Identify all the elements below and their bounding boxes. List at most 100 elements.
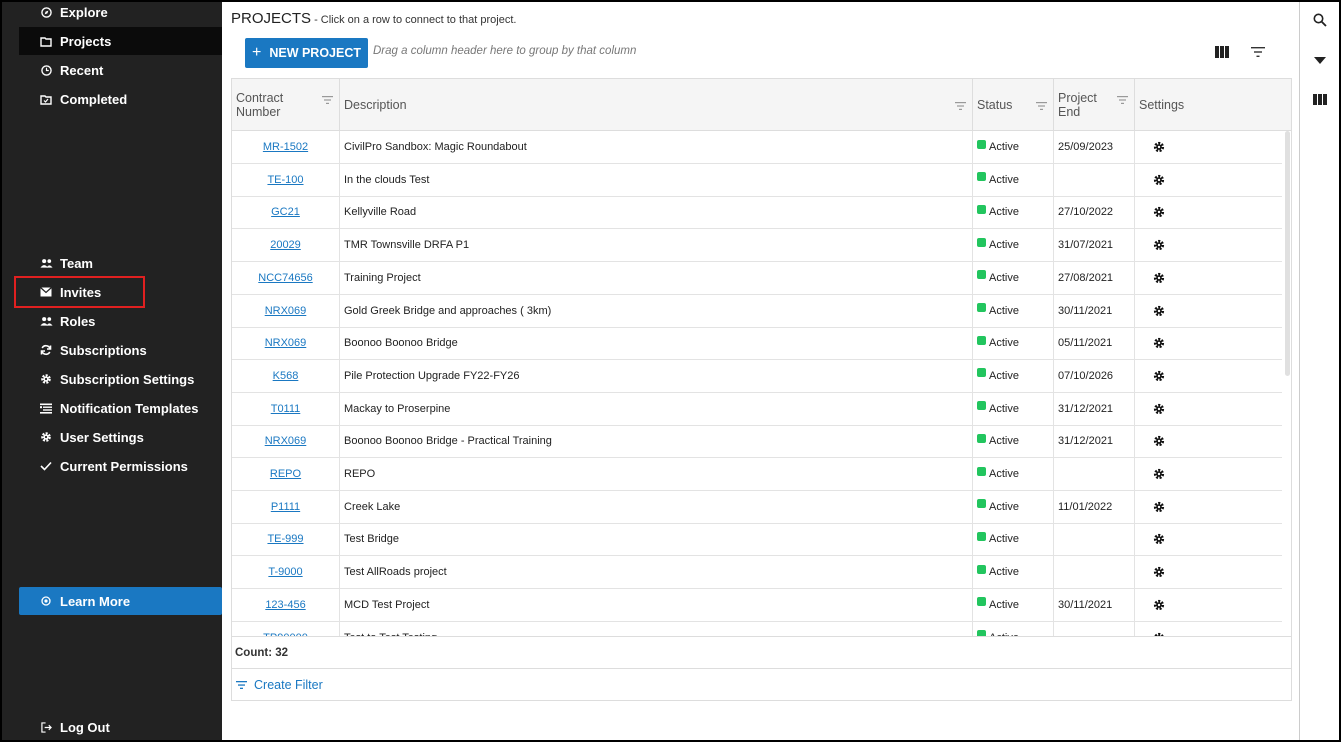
table-row[interactable]: TE-999 Test Bridge Active <box>232 523 1282 557</box>
contract-number-link[interactable]: T-9000 <box>268 566 302 578</box>
sidebar-item-projects[interactable]: Projects <box>19 27 222 55</box>
project-end-cell: 05/11/2021 <box>1054 327 1135 360</box>
gear-icon[interactable] <box>1153 435 1165 447</box>
contract-number-link[interactable]: T0111 <box>271 403 301 415</box>
contract-number-link[interactable]: MR-1502 <box>263 141 308 153</box>
table-row[interactable]: 20029 TMR Townsville DRFA P1 Active 31/07/2… <box>232 229 1282 263</box>
table-row[interactable]: GC21 Kellyville Road Active 27/10/2022 <box>232 196 1282 230</box>
sidebar-item-notification-templates[interactable]: Notification Templates <box>19 394 222 422</box>
gear-icon[interactable] <box>1153 370 1165 382</box>
table-row[interactable]: P1111 Creek Lake Active 11/01/2022 <box>232 490 1282 524</box>
gear-icon[interactable] <box>1153 599 1165 611</box>
sidebar-item-recent[interactable]: Recent <box>19 56 222 84</box>
table-row[interactable]: TE-100 In the clouds Test Active <box>232 163 1282 197</box>
table-row[interactable]: T0111 Mackay to Proserpine Active 31/12/202… <box>232 392 1282 426</box>
table-row[interactable]: NRX069 Gold Greek Bridge and approaches (… <box>232 294 1282 328</box>
contract-number-link[interactable]: K568 <box>273 370 299 382</box>
sync-icon <box>39 343 53 357</box>
search-icon[interactable] <box>1312 12 1328 28</box>
learn-more-label: Learn More <box>60 593 131 609</box>
contract-number-link[interactable]: TE-100 <box>267 174 303 186</box>
columns-icon[interactable] <box>1214 45 1230 59</box>
status-indicator-icon <box>977 531 986 541</box>
column-filter-icon[interactable] <box>1036 99 1047 113</box>
gear-icon[interactable] <box>1153 174 1165 186</box>
create-filter-link[interactable]: Create Filter <box>232 670 1291 700</box>
sidebar-item-invites[interactable]: Invites <box>19 278 222 306</box>
contract-number-link[interactable]: 20029 <box>270 239 301 251</box>
status-label: Active <box>989 304 1019 317</box>
filter-icon[interactable] <box>1250 45 1266 59</box>
contract-number-link[interactable]: GC21 <box>271 206 300 218</box>
table-row[interactable]: MR-1502 CivilPro Sandbox: Magic Roundabou… <box>232 131 1282 164</box>
table-row[interactable]: REPO REPO Active <box>232 458 1282 491</box>
log-out-button[interactable]: Log Out <box>19 713 222 740</box>
group-by-drop-zone[interactable]: Drag a column header here to group by th… <box>373 45 636 57</box>
contract-number-link[interactable]: P1111 <box>271 501 300 513</box>
sidebar-item-roles[interactable]: Roles <box>19 307 222 335</box>
contract-number-cell: NRX069 <box>232 327 340 360</box>
table-row[interactable]: 123-456 MCD Test Project Active 30/11/2021 <box>232 588 1282 622</box>
status-cell: Active <box>973 327 1054 360</box>
table-row[interactable]: NRX069 Boonoo Boonoo Bridge - Practical T… <box>232 425 1282 459</box>
grid-scrollbar[interactable] <box>1285 131 1290 376</box>
sidebar-item-subscription-settings[interactable]: Subscription Settings <box>19 365 222 393</box>
logout-icon <box>39 720 53 734</box>
projects-grid: Contract Number Description Status Proje… <box>231 78 1292 701</box>
contract-number-link[interactable]: NRX069 <box>265 435 307 447</box>
column-header-project-end[interactable]: Project End <box>1054 79 1135 131</box>
contract-number-link[interactable]: NRX069 <box>265 305 307 317</box>
columns-icon[interactable] <box>1312 91 1328 107</box>
gear-icon[interactable] <box>1153 403 1165 415</box>
column-header-description[interactable]: Description <box>340 79 973 131</box>
sidebar-item-user-settings[interactable]: User Settings <box>19 423 222 451</box>
table-row[interactable]: T-9000 Test AllRoads project Active <box>232 556 1282 590</box>
column-header-label: Contract Number <box>236 91 284 119</box>
gear-icon[interactable] <box>1153 305 1165 317</box>
contract-number-link[interactable]: NRX069 <box>265 337 307 349</box>
contract-number-cell: NCC74656 <box>232 261 340 294</box>
table-row[interactable]: NRX069 Boonoo Boonoo Bridge Active 05/11/20… <box>232 327 1282 361</box>
status-indicator-icon <box>977 466 986 476</box>
table-row[interactable]: K568 Pile Protection Upgrade FY22-FY26 Act… <box>232 359 1282 393</box>
status-label: Active <box>989 468 1019 480</box>
new-project-button[interactable]: + NEW PROJECT <box>245 38 368 68</box>
status-indicator-icon <box>977 564 986 574</box>
description-cell: Boonoo Boonoo Bridge - Practical Trainin… <box>340 425 973 458</box>
description-cell: REPO <box>340 458 973 490</box>
contract-number-link[interactable]: NCC74656 <box>258 272 312 284</box>
gear-icon[interactable] <box>1153 566 1165 578</box>
table-row[interactable]: TP90000Test to Test TestingActive <box>232 621 1282 636</box>
sidebar-item-current-permissions[interactable]: Current Permissions <box>19 452 222 480</box>
column-header-status[interactable]: Status <box>973 79 1054 131</box>
status-cell: Active <box>973 163 1054 196</box>
column-header-settings[interactable]: Settings <box>1135 79 1291 131</box>
caret-down-icon[interactable] <box>1312 52 1328 68</box>
status-cell: Active <box>973 523 1054 556</box>
project-end-cell: 11/01/2022 <box>1054 490 1135 523</box>
gear-icon[interactable] <box>1153 501 1165 513</box>
learn-more-button[interactable]: Learn More <box>19 587 222 615</box>
project-end-cell <box>1054 556 1135 589</box>
column-filter-icon[interactable] <box>1117 93 1128 107</box>
contract-number-link[interactable]: REPO <box>270 468 301 480</box>
description-cell: Mackay to Proserpine <box>340 392 973 425</box>
gear-icon[interactable] <box>1153 141 1165 153</box>
gear-icon[interactable] <box>1153 239 1165 251</box>
sidebar-item-subscriptions[interactable]: Subscriptions <box>19 336 222 364</box>
column-filter-icon[interactable] <box>322 93 333 107</box>
column-filter-icon[interactable] <box>955 99 966 113</box>
sidebar-item-team[interactable]: Team <box>19 249 222 277</box>
table-row[interactable]: NCC74656 Training Project Active 27/08/2021 <box>232 261 1282 295</box>
sidebar-item-completed[interactable]: Completed <box>19 85 222 113</box>
sidebar-item-explore[interactable]: Explore <box>19 2 222 26</box>
create-filter-label: Create Filter <box>254 678 323 692</box>
gear-icon[interactable] <box>1153 533 1165 545</box>
gear-icon[interactable] <box>1153 468 1165 480</box>
gear-icon[interactable] <box>1153 272 1165 284</box>
gear-icon[interactable] <box>1153 337 1165 349</box>
contract-number-link[interactable]: 123-456 <box>265 599 305 611</box>
column-header-contract-number[interactable]: Contract Number <box>232 79 340 131</box>
contract-number-link[interactable]: TE-999 <box>267 533 303 545</box>
gear-icon[interactable] <box>1153 206 1165 218</box>
